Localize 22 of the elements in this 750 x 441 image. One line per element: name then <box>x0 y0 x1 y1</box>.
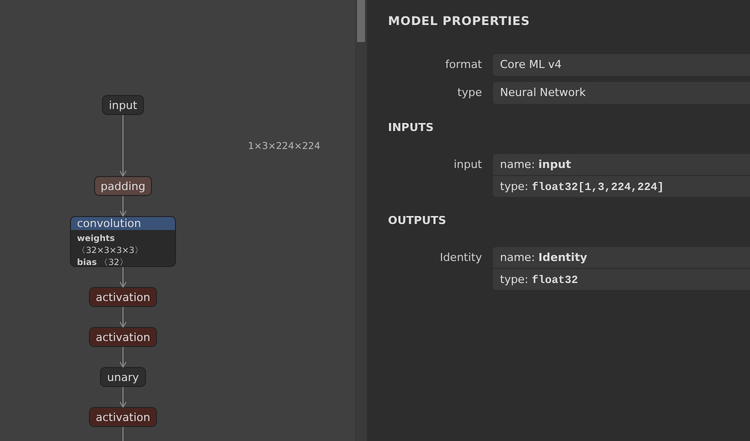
sidebar-title: MODEL PROPERTIES <box>388 14 531 28</box>
argument-detail: name: Identity <box>493 247 750 269</box>
property-value: Core ML v4 <box>493 54 750 76</box>
section-title: INPUTS <box>388 121 435 134</box>
graph-node[interactable]: padding <box>94 176 152 196</box>
graph-node[interactable]: convolution weights 〈32×3×3×3〉 bias 〈32〉 <box>70 216 176 267</box>
graph-node[interactable]: activation <box>88 407 158 427</box>
graph-node[interactable]: activation <box>88 327 158 347</box>
property-label: format <box>444 57 483 73</box>
scrollbar-thumb[interactable] <box>357 0 365 42</box>
argument-detail: type: float32 <box>499 272 579 289</box>
graph-node[interactable]: input <box>102 95 144 115</box>
graph-node[interactable]: activation <box>88 287 158 307</box>
argument-detail: name: input <box>493 154 750 176</box>
edge-label: 1×3×224×224 <box>248 141 320 152</box>
graph-node[interactable]: unary <box>100 367 146 387</box>
argument-label: Identity <box>438 250 483 266</box>
argument-label: input <box>452 157 483 173</box>
argument-detail: type: float32[1,3,224,224] <box>499 179 665 196</box>
section-title: OUTPUTS <box>388 214 448 227</box>
property-value: Neural Network <box>493 82 750 104</box>
property-label: type <box>456 85 483 101</box>
